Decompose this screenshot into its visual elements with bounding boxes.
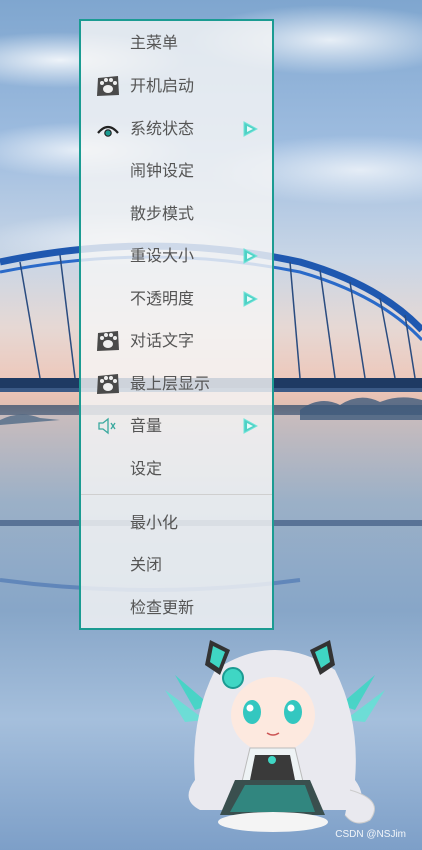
menu-item-opacity[interactable]: 不透明度: [81, 280, 272, 318]
menu-item-label: 检查更新: [130, 598, 195, 617]
submenu-arrow-icon: [242, 417, 259, 435]
context-menu: 主菜单 开机启动 系统状态 闹钟设定 散步模式 重设大小 不透明度 对话文字 最…: [79, 19, 274, 630]
menu-item-system-status[interactable]: 系统状态: [81, 110, 272, 148]
menu-item-label: 不透明度: [130, 289, 195, 308]
menu-item-walk-mode[interactable]: 散步模式: [81, 195, 272, 233]
menu-item-label: 设定: [130, 459, 163, 478]
menu-item-label: 最上层显示: [130, 374, 211, 393]
menu-item-alarm[interactable]: 闹钟设定: [81, 152, 272, 190]
eye-icon: [95, 117, 121, 141]
submenu-arrow-icon: [242, 247, 259, 265]
paw-icon: [95, 372, 121, 396]
menu-item-label: 对话文字: [130, 331, 195, 350]
paw-icon: [95, 74, 121, 98]
menu-item-settings[interactable]: 设定: [81, 450, 272, 488]
desktop-pet-character[interactable]: [155, 630, 395, 835]
menu-item-volume[interactable]: 音量: [81, 407, 272, 445]
menu-item-label: 系统状态: [130, 119, 195, 138]
submenu-arrow-icon: [242, 120, 259, 138]
menu-item-label: 关闭: [130, 555, 163, 574]
watermark-text: CSDN @NSJim: [335, 829, 406, 840]
speaker-icon: [95, 414, 121, 438]
menu-item-label: 主菜单: [130, 33, 179, 52]
menu-item-label: 最小化: [130, 513, 179, 532]
submenu-arrow-icon: [242, 290, 259, 308]
menu-item-label: 开机启动: [130, 76, 195, 95]
paw-icon: [95, 329, 121, 353]
menu-item-resize[interactable]: 重设大小: [81, 237, 272, 275]
menu-separator: [81, 494, 272, 495]
menu-item-check-update[interactable]: 检查更新: [81, 589, 272, 627]
menu-item-main-menu[interactable]: 主菜单: [81, 24, 272, 62]
menu-item-close[interactable]: 关闭: [81, 546, 272, 584]
menu-item-dialog-text[interactable]: 对话文字: [81, 322, 272, 360]
menu-item-startup[interactable]: 开机启动: [81, 67, 272, 105]
menu-item-minimize[interactable]: 最小化: [81, 504, 272, 542]
menu-item-always-on-top[interactable]: 最上层显示: [81, 365, 272, 403]
menu-item-label: 音量: [130, 416, 163, 435]
menu-item-label: 闹钟设定: [130, 161, 195, 180]
menu-item-label: 散步模式: [130, 204, 195, 223]
menu-item-label: 重设大小: [130, 246, 195, 265]
